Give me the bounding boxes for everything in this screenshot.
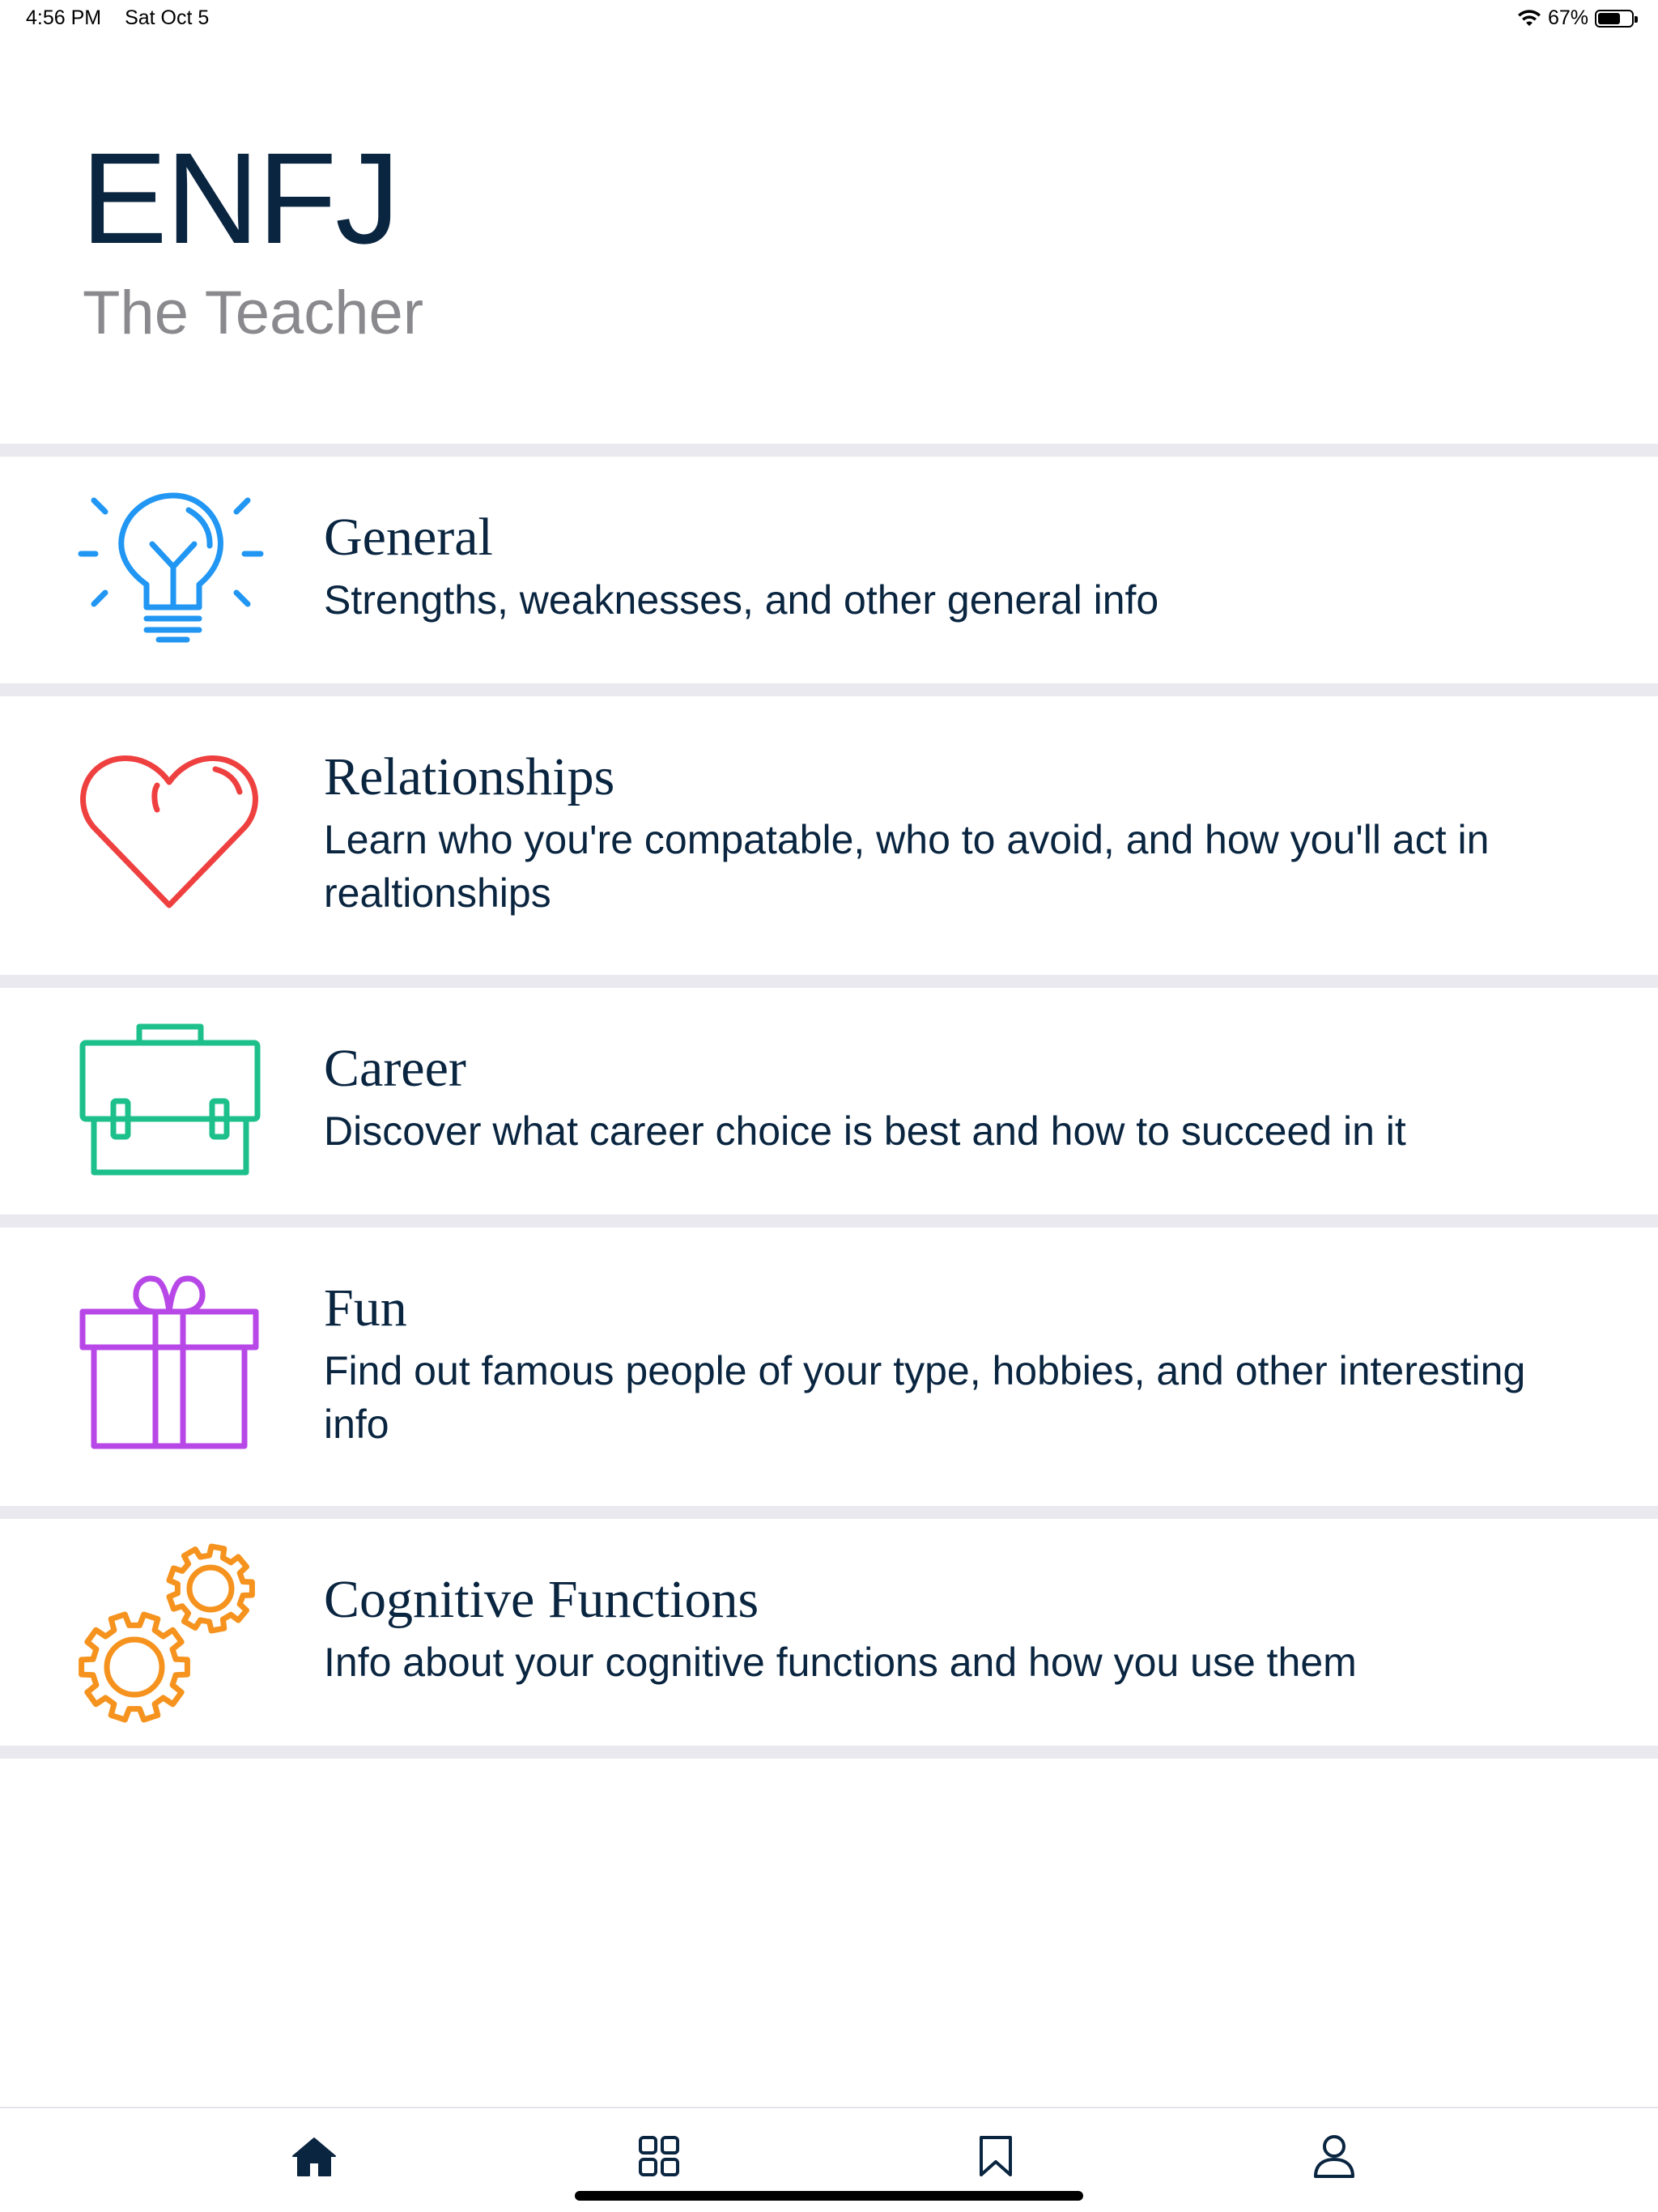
section-fun[interactable]: Fun Find out famous people of your type,… — [0, 1227, 1658, 1506]
tab-saved[interactable] — [963, 2128, 1028, 2184]
section-general[interactable]: General Strengths, weaknesses, and other… — [0, 457, 1658, 683]
status-right: 67% — [1517, 6, 1638, 30]
divider — [0, 1214, 1658, 1227]
profile-icon — [1314, 2135, 1354, 2178]
tab-browse[interactable] — [627, 2128, 691, 2184]
gear-outline — [79, 1611, 190, 1723]
section-career[interactable]: Career Discover what career choice is be… — [0, 988, 1658, 1214]
section-description: Info about your cognitive functions and … — [324, 1640, 1357, 1685]
section-title: General — [324, 508, 493, 567]
lightbulb-icon — [78, 479, 264, 657]
section-general-text: General Strengths, weaknesses, and other… — [324, 505, 1580, 627]
battery-icon — [1595, 9, 1638, 28]
section-cognitive-functions[interactable]: Cognitive Functions Info about your cogn… — [0, 1519, 1658, 1746]
section-description: Discover what career choice is best and … — [324, 1108, 1406, 1154]
status-time: 4:56 PM — [26, 6, 102, 29]
divider — [0, 1746, 1658, 1759]
section-title: Relationships — [324, 747, 615, 806]
section-relationships-text: Relationships Learn who you're compatabl… — [324, 745, 1580, 920]
battery-nub — [1635, 15, 1638, 23]
grid-icon — [639, 2136, 679, 2176]
section-title: Fun — [324, 1278, 407, 1338]
home-indicator — [575, 2191, 1083, 2201]
status-date: Sat Oct 5 — [125, 6, 210, 29]
battery-percent: 67% — [1547, 6, 1588, 29]
section-description: Learn who you're compatable, who to avoi… — [324, 817, 1490, 916]
gear-hub — [186, 1564, 235, 1613]
gift-icon — [78, 1273, 264, 1451]
home-icon — [292, 2138, 336, 2176]
gear-hub — [104, 1636, 165, 1698]
section-title: Cognitive Functions — [324, 1570, 759, 1629]
section-cognitive-functions-text: Cognitive Functions Info about your cogn… — [324, 1568, 1580, 1689]
divider — [0, 444, 1658, 457]
section-career-text: Career Discover what career choice is be… — [324, 1036, 1580, 1158]
section-list: General Strengths, weaknesses, and other… — [0, 444, 1658, 1759]
status-bar: 4:56 PM Sat Oct 5 67% — [0, 0, 1658, 37]
divider — [0, 683, 1658, 696]
gear-outline — [166, 1543, 255, 1634]
tab-profile[interactable] — [1302, 2128, 1367, 2184]
tab-home[interactable] — [282, 2128, 346, 2184]
gear-large — [79, 1611, 190, 1723]
briefcase-icon — [78, 1020, 264, 1198]
divider — [0, 975, 1658, 988]
wifi-icon — [1517, 9, 1541, 26]
divider — [0, 1506, 1658, 1519]
section-title: Career — [324, 1039, 466, 1098]
battery-fill — [1598, 12, 1620, 24]
gear-small — [166, 1543, 255, 1634]
heart-icon — [78, 743, 264, 921]
section-description: Strengths, weaknesses, and other general… — [324, 577, 1159, 623]
gears-icon — [78, 1542, 264, 1723]
bookmark-icon — [980, 2136, 1012, 2176]
status-left: 4:56 PM Sat Oct 5 — [26, 6, 227, 30]
section-description: Find out famous people of your type, hob… — [324, 1348, 1526, 1447]
section-relationships[interactable]: Relationships Learn who you're compatabl… — [0, 696, 1658, 975]
section-fun-text: Fun Find out famous people of your type,… — [324, 1276, 1580, 1451]
page-title: ENFJ — [81, 125, 400, 270]
page-subtitle: The Teacher — [83, 279, 424, 347]
